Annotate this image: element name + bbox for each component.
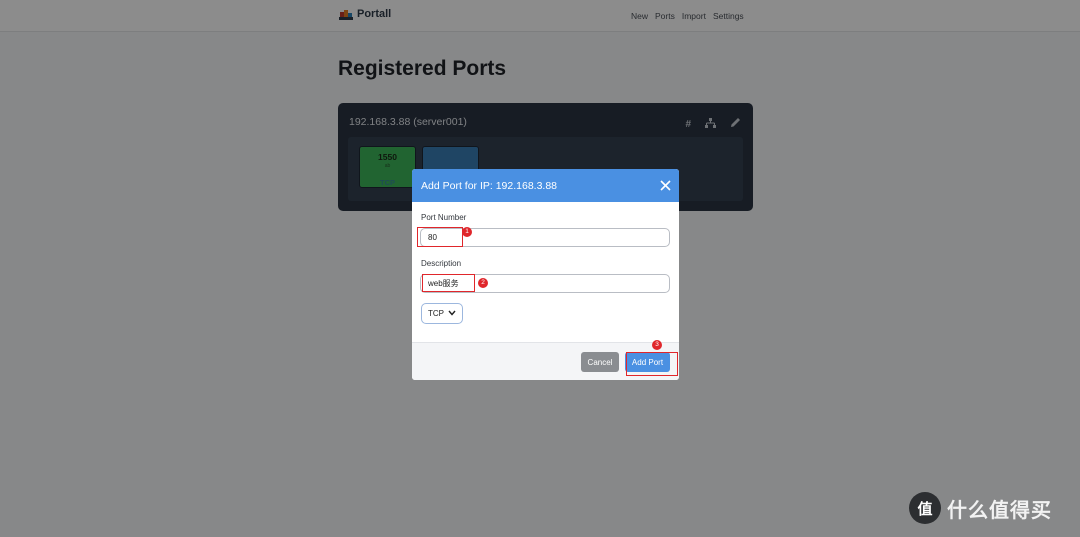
description-label: Description [421, 259, 462, 268]
watermark-text: 什么值得买 [947, 499, 1052, 522]
annotation-box-port [417, 227, 463, 247]
annotation-box-description [422, 274, 475, 292]
annotation-box-add [626, 352, 678, 376]
modal-header: Add Port for IP: 192.168.3.88 [412, 169, 679, 202]
protocol-value: TCP [428, 309, 444, 318]
port-number-label: Port Number [421, 213, 467, 222]
cancel-button[interactable]: Cancel [581, 352, 619, 372]
watermark-logo: 值 [909, 492, 941, 524]
annotation-marker-2: 2 [478, 278, 488, 288]
chevron-down-icon [448, 309, 456, 318]
annotation-marker-3: 3 [652, 340, 662, 350]
annotation-marker-1: 1 [462, 227, 472, 237]
watermark: 值 什么值得买 [909, 492, 1052, 524]
protocol-select[interactable]: TCP [421, 303, 463, 324]
close-icon[interactable] [659, 179, 672, 192]
modal-title: Add Port for IP: 192.168.3.88 [421, 180, 558, 192]
